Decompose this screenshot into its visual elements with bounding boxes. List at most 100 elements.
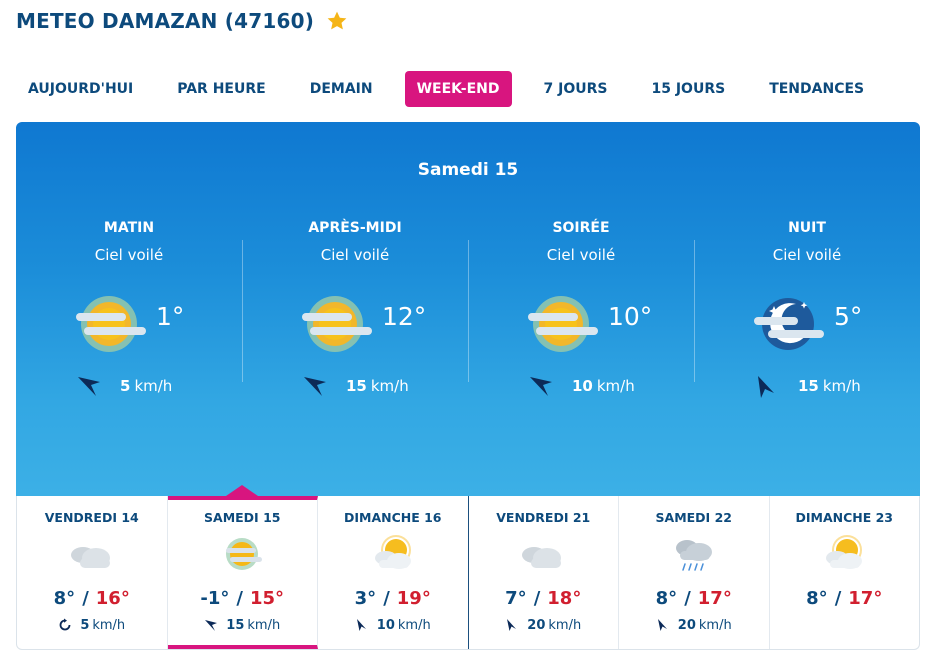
wind-unit: km/h: [822, 377, 861, 395]
veiled-sun-icon: [300, 292, 380, 356]
period-wind: 5 km/h: [76, 374, 172, 398]
day-detail-panel: Samedi 15 MATIN Ciel voilé 1° 5 km/h APR…: [16, 122, 920, 496]
period-matin: MATIN Ciel voilé 1° 5 km/h: [16, 218, 242, 418]
temp-max: 18°: [547, 588, 582, 609]
wind-speed: 15: [346, 377, 367, 395]
variable-wind-icon: [59, 618, 71, 631]
veiled-moon-icon: [752, 292, 832, 356]
day-temps: 3°/19°: [354, 588, 431, 609]
day-wind: 20 km/h: [469, 617, 619, 633]
temp-min: -1°: [200, 588, 230, 609]
period-temp: 10°: [608, 302, 653, 331]
day-card-samedi-15[interactable]: SAMEDI 15 -1°/15° 15 km/h: [167, 485, 318, 649]
period-temp: 12°: [382, 302, 427, 331]
veiled-sun-icon: [216, 534, 268, 574]
day-name: VENDREDI 14: [44, 510, 139, 525]
wind-arrow-icon: [304, 377, 326, 396]
period-wind: 15 km/h: [302, 374, 409, 398]
temp-min: 3°: [354, 588, 377, 609]
period-temp: 1°: [156, 302, 185, 331]
period-name: NUIT: [788, 220, 826, 236]
tab-aujourdhui[interactable]: AUJOURD'HUI: [16, 71, 145, 107]
day-card-dimanche-16[interactable]: DIMANCHE 16 3°/19° 10 km/h: [318, 496, 469, 649]
day-name: SAMEDI 22: [655, 510, 732, 525]
wind-unit: km/h: [92, 617, 126, 633]
period-nuit: NUIT Ciel voilé 5° 15 km/h: [694, 218, 920, 418]
wind-arrow-icon: [205, 620, 218, 631]
page-title: METEO DAMAZAN (47160): [16, 9, 315, 33]
star-icon[interactable]: [326, 10, 348, 32]
day-name: VENDREDI 21: [496, 510, 591, 525]
period-condition: Ciel voilé: [772, 246, 842, 264]
wind-arrow-icon: [356, 619, 366, 631]
wind-unit: km/h: [247, 617, 281, 633]
day-selector: VENDREDI 14 8°/16° 5 km/h SAMEDI 15 -1° …: [16, 485, 920, 650]
temp-max: 17°: [697, 588, 732, 609]
wind-speed: 15: [226, 617, 245, 633]
day-temps: 8°/17°: [806, 588, 883, 609]
day-card-vendredi-21[interactable]: VENDREDI 21 7°/18° 20 km/h: [469, 496, 619, 649]
period-wind: 10 km/h: [528, 374, 635, 398]
period-soiree: SOIRÉE Ciel voilé 10° 10 km/h: [468, 218, 694, 418]
period-condition: Ciel voilé: [320, 246, 390, 264]
wind-arrow-icon: [530, 377, 552, 396]
temp-max: 19°: [396, 588, 431, 609]
period-name: MATIN: [103, 220, 155, 236]
temp-max: 15°: [250, 588, 285, 609]
wind-unit: km/h: [134, 377, 173, 395]
day-wind: 5 km/h: [17, 617, 167, 633]
day-temps: 8°/17°: [655, 588, 732, 609]
wind-arrow-icon: [657, 619, 667, 631]
cloudy-icon: [517, 534, 569, 574]
wind-speed: 5: [80, 617, 90, 633]
tab-demain[interactable]: DEMAIN: [298, 71, 385, 107]
wind-speed: 15: [798, 377, 819, 395]
day-name: SAMEDI 15: [204, 510, 281, 525]
partly-cloudy-icon: [818, 534, 870, 574]
rain-cloud-icon: [668, 534, 720, 574]
veiled-sun-icon: [74, 292, 154, 356]
day-card-vendredi-14[interactable]: VENDREDI 14 8°/16° 5 km/h: [17, 496, 168, 649]
day-temps: 8°/16°: [53, 588, 130, 609]
temp-max: 17°: [848, 588, 883, 609]
temp-min: 8°: [655, 588, 678, 609]
tab-7-jours[interactable]: 7 JOURS: [532, 71, 620, 107]
tab-15-jours[interactable]: 15 JOURS: [639, 71, 737, 107]
period-wind: 15 km/h: [754, 374, 861, 398]
period-apres-midi: APRÈS-MIDI Ciel voilé 12° 15 km/h: [242, 218, 468, 418]
temp-max: 16°: [95, 588, 130, 609]
wind-speed: 20: [677, 617, 696, 633]
day-wind: 10 km/h: [318, 617, 468, 633]
day-name: DIMANCHE 16: [343, 510, 442, 525]
wind-speed: 10: [376, 617, 395, 633]
tab-par-heure[interactable]: PAR HEURE: [165, 71, 277, 107]
partly-cloudy-icon: [367, 534, 419, 574]
wind-unit: km/h: [397, 617, 431, 633]
day-temps: 7°/18°: [505, 588, 582, 609]
period-temp: 5°: [834, 302, 863, 331]
wind-arrow-icon: [758, 376, 774, 398]
wind-unit: km/h: [548, 617, 582, 633]
day-wind: 20 km/h: [619, 617, 769, 633]
period-condition: Ciel voilé: [546, 246, 616, 264]
wind-speed: 5: [120, 377, 131, 395]
wind-unit: km/h: [596, 377, 635, 395]
tab-week-end[interactable]: WEEK-END: [404, 71, 512, 107]
forecast-tabs: AUJOURD'HUI PAR HEURE DEMAIN WEEK-END 7 …: [16, 71, 920, 107]
wind-arrow-icon: [507, 619, 517, 631]
wind-arrow-icon: [78, 377, 100, 396]
period-condition: Ciel voilé: [94, 246, 164, 264]
tab-tendances[interactable]: TENDANCES: [757, 71, 876, 107]
period-name: APRÈS-MIDI: [308, 220, 402, 236]
wind-unit: km/h: [370, 377, 409, 395]
veiled-sun-icon: [526, 292, 606, 356]
day-card-dimanche-23[interactable]: DIMANCHE 23 8°/17°: [770, 496, 920, 649]
wind-speed: 10: [572, 377, 593, 395]
detail-date: Samedi 15: [417, 160, 519, 180]
day-card-samedi-22[interactable]: SAMEDI 22 8°/17° 20 km/h: [619, 496, 770, 649]
day-name: DIMANCHE 23: [795, 510, 894, 525]
wind-unit: km/h: [698, 617, 732, 633]
day-wind: 15 km/h: [168, 617, 318, 633]
temp-min: 8°: [806, 588, 828, 609]
page-header: METEO DAMAZAN (47160): [16, 8, 348, 34]
